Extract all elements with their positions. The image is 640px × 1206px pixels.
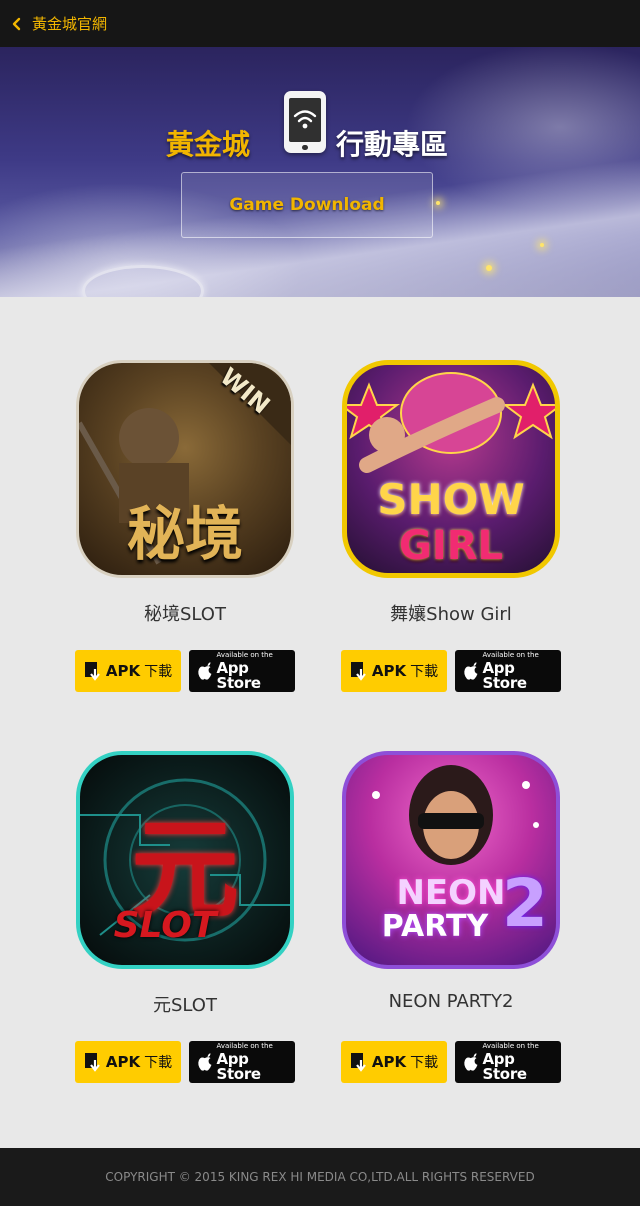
apk-label: APK (105, 1053, 141, 1071)
store-big-text: App Store (482, 658, 527, 692)
footer: COPYRIGHT © 2015 KING REX HI MEDIA CO,LT… (0, 1148, 640, 1206)
top-bar: 黃金城官網 (0, 0, 640, 47)
sparkle (540, 243, 544, 247)
icon-subtitle: SLOT (113, 905, 217, 946)
store-small-text: Available on the (216, 650, 273, 659)
copyright-text: COPYRIGHT © 2015 KING REX HI MEDIA CO,LT… (105, 1170, 535, 1184)
store-small-text: Available on the (482, 650, 539, 659)
apple-icon (198, 1053, 212, 1071)
apk-download-button[interactable]: APK 下載 (341, 650, 447, 692)
download-icon (84, 1053, 100, 1072)
store-small-text: Available on the (216, 1041, 273, 1050)
hero-banner: 黃金城 行動專區 Game Download (0, 47, 640, 297)
store-big-text: App Store (216, 658, 261, 692)
apple-icon (464, 1053, 478, 1071)
store-big-text: App Store (216, 1049, 261, 1083)
back-link-label: 黃金城官網 (32, 15, 108, 33)
download-icon (84, 662, 100, 681)
hero-title-right: 行動專區 (336, 128, 449, 161)
game-icon-mijing[interactable]: WIN 秘境 (76, 360, 294, 578)
game-icon-neon-party2[interactable]: NEON PARTY 2 (342, 751, 560, 969)
apk-download-button[interactable]: APK 下載 (341, 1041, 447, 1083)
game-icon-show-girl[interactable]: SHOW GIRL (342, 360, 560, 578)
apk-label: APK (105, 662, 141, 680)
download-icon (350, 662, 366, 681)
back-link[interactable]: 黃金城官網 (10, 0, 107, 47)
apk-suffix: 下載 (410, 664, 439, 680)
apk-suffix: 下載 (144, 1055, 173, 1071)
phone-wifi-icon (284, 91, 326, 153)
icon-subtitle: GIRL (398, 523, 503, 569)
apk-label: APK (371, 1053, 407, 1071)
apple-icon (198, 662, 212, 680)
icon-number: 2 (502, 865, 548, 942)
game-name: 元SLOT (153, 995, 217, 1016)
apk-label: APK (371, 662, 407, 680)
hero-title-left: 黃金城 (166, 128, 251, 161)
app-store-button[interactable]: Available on the App Store (189, 650, 295, 692)
icon-title: 秘境 (126, 500, 243, 568)
game-icon-yuan-slot[interactable]: 元 SLOT (76, 751, 294, 969)
apple-icon (464, 662, 478, 680)
sparkle (486, 265, 492, 271)
app-store-button[interactable]: Available on the App Store (189, 1041, 295, 1083)
apk-suffix: 下載 (144, 664, 173, 680)
store-small-text: Available on the (482, 1041, 539, 1050)
apk-suffix: 下載 (410, 1055, 439, 1071)
chevron-left-icon (12, 17, 21, 30)
app-store-button[interactable]: Available on the App Store (455, 1041, 561, 1083)
apk-download-button[interactable]: APK 下載 (75, 650, 181, 692)
sparkle (436, 201, 440, 205)
icon-title: SHOW (377, 475, 525, 524)
game-download-button[interactable]: Game Download (181, 172, 433, 238)
app-store-button[interactable]: Available on the App Store (455, 650, 561, 692)
game-name: 秘境SLOT (144, 604, 226, 625)
store-big-text: App Store (482, 1049, 527, 1083)
game-name: 舞孃Show Girl (390, 604, 512, 625)
apk-download-button[interactable]: APK 下載 (75, 1041, 181, 1083)
download-icon (350, 1053, 366, 1072)
game-name: NEON PARTY2 (388, 991, 514, 1012)
